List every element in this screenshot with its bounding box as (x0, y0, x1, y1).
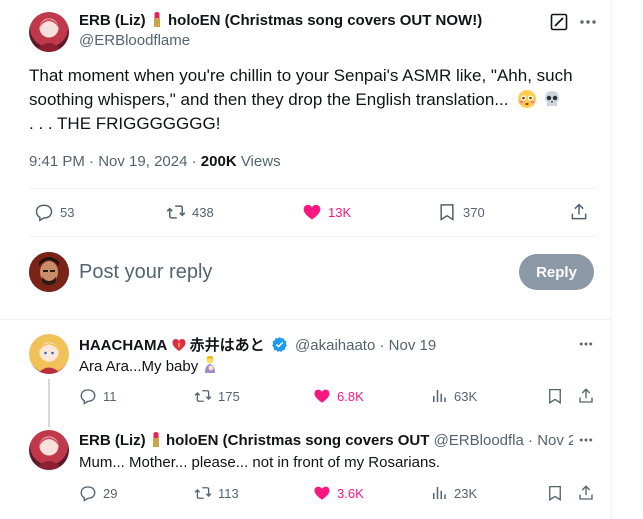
reply-avatar[interactable] (29, 334, 69, 374)
reply-author-name-suffix[interactable]: holoEN (Christmas song covers OUT (166, 432, 429, 449)
author-name[interactable]: ERB (Liz) (79, 12, 146, 29)
reply-author-name-jp[interactable]: 赤井はあと (190, 337, 265, 354)
heart-filled-icon (314, 389, 330, 403)
reply-repost-count: 175 (218, 388, 240, 404)
views-count: 200K (200, 153, 237, 170)
reply-views-count: 23K (454, 485, 478, 501)
repost-count: 438 (192, 204, 214, 220)
reply-views-count: 63K (454, 388, 478, 404)
heart-filled-icon (303, 204, 321, 220)
bookmark-icon (440, 204, 454, 221)
reply-count: 53 (60, 204, 75, 220)
reply-input[interactable]: Post your reply (79, 261, 212, 284)
divider (29, 188, 597, 189)
skull-emoji-icon (542, 89, 562, 109)
reply-text: Ara Ara...My baby (79, 358, 199, 375)
reply-text: Mum... Mother... please... not in front … (79, 454, 440, 471)
reply-date[interactable]: Nov 21 (537, 432, 573, 449)
reply-like-action[interactable]: 3.6K (313, 484, 364, 502)
reply-date[interactable]: Nov 19 (389, 337, 437, 354)
analytics-icon (433, 390, 446, 402)
reply-header: HAACHAMA 赤井はあと @akaihaato · Nov 19 (79, 336, 437, 354)
reply-share-action[interactable] (577, 484, 595, 502)
reply-button[interactable]: Reply (519, 254, 594, 290)
reply-views-action[interactable]: 63K (430, 387, 477, 405)
author-name-line[interactable]: ERB (Liz) holoEN (Christmas song covers … (79, 11, 482, 29)
reply-author-handle[interactable]: @ERBloodfla (434, 432, 524, 449)
like-action[interactable]: 13K (302, 202, 351, 222)
heart-filled-icon (314, 486, 330, 500)
reply-views-action[interactable]: 23K (430, 484, 477, 502)
reply-share-action[interactable] (577, 387, 595, 405)
reply-repost-count: 113 (218, 485, 239, 501)
reply-icon (80, 389, 96, 405)
post-text-line3: . . . THE FRIGGGGGGG! (29, 114, 221, 133)
author-handle[interactable]: @ERBloodflame (79, 32, 190, 49)
post-text-line1: That moment when you're chillin to your … (29, 66, 573, 85)
divider (29, 236, 597, 237)
thread-line (48, 379, 50, 427)
reply-bookmark-action[interactable] (546, 387, 564, 405)
share-icon (571, 203, 587, 220)
like-count: 13K (328, 204, 352, 220)
reply-body: Ara Ara...My baby (79, 356, 218, 377)
lipstick-emoji-icon (150, 431, 162, 447)
views-label: Views (240, 153, 281, 170)
reply-icon (35, 204, 53, 222)
current-user-avatar[interactable] (29, 252, 69, 292)
post-body: That moment when you're chillin to your … (29, 64, 599, 136)
post-meta: 9:41 PM · Nov 19, 2024 · 200K Views (29, 153, 281, 170)
reply-header: ERB (Liz) holoEN (Christmas song covers … (79, 431, 573, 449)
flushed-face-emoji-icon (517, 89, 537, 109)
post-text-line2-wrap: soothing whispers," and then they drop t… (29, 88, 599, 112)
bookmark-icon (549, 485, 561, 501)
post-date[interactable]: Nov 19, 2024 (98, 153, 187, 170)
share-action[interactable] (569, 202, 589, 222)
bookmark-count: 370 (463, 204, 485, 220)
reply-like-action[interactable]: 6.8K (313, 387, 364, 405)
post-text-line2: soothing whispers," and then they drop t… (29, 90, 509, 109)
reply-repost-action[interactable]: 113 (194, 484, 239, 502)
reply-reply-action[interactable]: 11 (79, 387, 117, 405)
reply-author-name[interactable]: HAACHAMA (79, 337, 167, 354)
flaming-heart-emoji-icon (172, 337, 186, 352)
author-avatar[interactable] (29, 12, 69, 52)
reply-reply-count: 11 (103, 388, 117, 404)
analytics-icon (433, 487, 446, 499)
repost-icon (194, 390, 212, 402)
share-icon (579, 485, 593, 500)
bookmark-action[interactable]: 370 (437, 202, 485, 222)
reply-author-name[interactable]: ERB (Liz) (79, 432, 146, 449)
share-icon (579, 388, 593, 403)
more-options-icon[interactable] (578, 12, 598, 32)
reply-like-count: 3.6K (337, 485, 364, 501)
reply-more-options-icon[interactable] (578, 336, 594, 352)
author-name-suffix[interactable]: holoEN (Christmas song covers OUT NOW!) (168, 12, 482, 29)
repost-action[interactable]: 438 (166, 202, 214, 222)
reply-reply-action[interactable]: 29 (79, 484, 117, 502)
repost-icon (194, 487, 212, 499)
reply-avatar[interactable] (29, 430, 69, 470)
bookmark-icon (549, 388, 561, 404)
reply-repost-action[interactable]: 175 (194, 387, 240, 405)
post-time[interactable]: 9:41 PM (29, 153, 85, 170)
reply-action[interactable]: 53 (34, 202, 74, 222)
reply-bookmark-action[interactable] (546, 484, 564, 502)
reply-author-handle[interactable]: @akaihaato (295, 337, 375, 354)
reply-reply-count: 29 (103, 485, 118, 501)
reply-icon (80, 486, 96, 502)
divider (0, 319, 612, 320)
verified-badge-icon (271, 336, 288, 353)
repost-icon (166, 205, 186, 219)
grok-icon[interactable] (549, 12, 569, 32)
lipstick-emoji-icon (151, 11, 163, 27)
reply-like-count: 6.8K (337, 388, 364, 404)
baby-feeding-emoji-icon (202, 356, 218, 374)
reply-more-options-icon[interactable] (578, 432, 594, 448)
post-detail-panel: ERB (Liz) holoEN (Christmas song covers … (0, 0, 612, 519)
